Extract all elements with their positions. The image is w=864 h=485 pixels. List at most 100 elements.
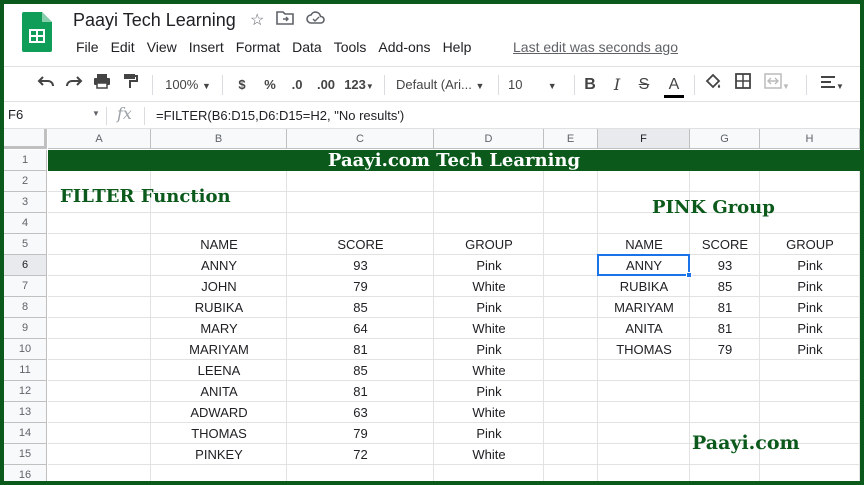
strikethrough-icon[interactable]: S — [634, 73, 654, 97]
source-score-cell[interactable]: 64 — [287, 318, 434, 339]
spreadsheet-grid[interactable]: A B C D E F G H 1 2 3 4 5 6 7 8 9 10 11 12 13 14 15 16 Paayi.com… — [4, 129, 860, 481]
source-group-cell[interactable]: Pink — [434, 381, 544, 402]
selected-cell[interactable] — [597, 254, 690, 276]
column-header-f[interactable]: F — [598, 129, 690, 149]
horizontal-align-icon[interactable]: ▼ — [814, 73, 850, 97]
row-header-1[interactable]: 1 — [4, 150, 47, 171]
menu-edit[interactable]: Edit — [105, 37, 141, 57]
menu-addons[interactable]: Add-ons — [372, 37, 436, 57]
source-group-cell[interactable]: Pink — [434, 297, 544, 318]
source-group-cell[interactable]: White — [434, 276, 544, 297]
column-header-g[interactable]: G — [690, 129, 760, 149]
result-name-cell[interactable]: RUBIKA — [598, 276, 690, 297]
source-score-cell[interactable]: 81 — [287, 339, 434, 360]
menu-help[interactable]: Help — [437, 37, 478, 57]
fill-color-icon[interactable] — [702, 73, 724, 97]
select-all-corner[interactable] — [4, 129, 47, 149]
borders-icon[interactable] — [732, 73, 754, 97]
source-score-cell[interactable]: 93 — [287, 255, 434, 276]
source-group-cell[interactable]: Pink — [434, 423, 544, 444]
column-header-b[interactable]: B — [151, 129, 287, 149]
menu-file[interactable]: File — [70, 37, 105, 57]
font-family-select[interactable]: Default (Ari... ▼ — [396, 73, 494, 97]
menu-view[interactable]: View — [141, 37, 183, 57]
source-group-cell[interactable]: Pink — [434, 255, 544, 276]
sheets-logo-icon[interactable] — [22, 12, 52, 52]
undo-icon[interactable] — [34, 73, 58, 97]
source-name-cell[interactable]: MARIYAM — [151, 339, 287, 360]
result-group-cell[interactable]: Pink — [760, 318, 860, 339]
column-header-d[interactable]: D — [434, 129, 544, 149]
result-name-cell[interactable]: ANITA — [598, 318, 690, 339]
result-score-cell[interactable]: 81 — [690, 297, 760, 318]
row-header-13[interactable]: 13 — [4, 402, 47, 423]
cloud-status-icon[interactable] — [306, 10, 326, 31]
row-header-2[interactable]: 2 — [4, 171, 47, 192]
result-group-cell[interactable]: Pink — [760, 276, 860, 297]
header-group[interactable]: GROUP — [434, 234, 544, 255]
result-score-cell[interactable]: 81 — [690, 318, 760, 339]
source-group-cell[interactable]: Pink — [434, 339, 544, 360]
source-score-cell[interactable]: 79 — [287, 276, 434, 297]
result-name-cell[interactable]: THOMAS — [598, 339, 690, 360]
source-name-cell[interactable]: JOHN — [151, 276, 287, 297]
name-box[interactable]: F6 ▼ — [8, 107, 100, 122]
row-header-10[interactable]: 10 — [4, 339, 47, 360]
source-name-cell[interactable]: ANNY — [151, 255, 287, 276]
column-header-h[interactable]: H — [760, 129, 860, 149]
column-header-c[interactable]: C — [287, 129, 434, 149]
formula-input[interactable]: =FILTER(B6:D15,D6:D15=H2, "No results') — [156, 108, 404, 123]
source-score-cell[interactable]: 72 — [287, 444, 434, 465]
menu-format[interactable]: Format — [230, 37, 286, 57]
source-score-cell[interactable]: 79 — [287, 423, 434, 444]
result-header-name[interactable]: NAME — [598, 234, 690, 255]
source-name-cell[interactable]: ANITA — [151, 381, 287, 402]
result-group-cell[interactable]: Pink — [760, 297, 860, 318]
increase-decimal-button[interactable]: .00 — [312, 73, 340, 97]
row-header-6[interactable]: 6 — [4, 255, 47, 276]
row-header-16[interactable]: 16 — [4, 465, 47, 481]
column-header-e[interactable]: E — [544, 129, 598, 149]
source-name-cell[interactable]: THOMAS — [151, 423, 287, 444]
source-name-cell[interactable]: MARY — [151, 318, 287, 339]
print-icon[interactable] — [90, 73, 114, 97]
result-score-cell[interactable]: 93 — [690, 255, 760, 276]
merge-cells-icon[interactable]: ▼ — [760, 73, 794, 97]
header-score[interactable]: SCORE — [287, 234, 434, 255]
source-name-cell[interactable]: LEENA — [151, 360, 287, 381]
result-group-cell[interactable]: Pink — [760, 255, 860, 276]
column-header-a[interactable]: A — [48, 129, 151, 149]
fill-handle[interactable] — [686, 272, 692, 278]
source-name-cell[interactable]: ADWARD — [151, 402, 287, 423]
row-header-7[interactable]: 7 — [4, 276, 47, 297]
menu-data[interactable]: Data — [286, 37, 328, 57]
decrease-decimal-button[interactable]: .0 — [286, 73, 308, 97]
redo-icon[interactable] — [62, 73, 86, 97]
bold-icon[interactable]: B — [580, 73, 600, 97]
text-color-icon[interactable]: A — [662, 73, 686, 98]
source-score-cell[interactable]: 81 — [287, 381, 434, 402]
document-title[interactable]: Paayi Tech Learning — [73, 10, 236, 31]
row-header-11[interactable]: 11 — [4, 360, 47, 381]
star-icon[interactable]: ☆ — [250, 10, 264, 31]
row-header-3[interactable]: 3 — [4, 192, 47, 213]
italic-icon[interactable]: I — [607, 73, 627, 97]
row-header-12[interactable]: 12 — [4, 381, 47, 402]
source-group-cell[interactable]: White — [434, 444, 544, 465]
result-header-group[interactable]: GROUP — [760, 234, 860, 255]
menu-tools[interactable]: Tools — [328, 37, 373, 57]
paint-format-icon[interactable] — [118, 73, 142, 97]
row-header-4[interactable]: 4 — [4, 213, 47, 234]
percent-format-button[interactable]: % — [260, 73, 280, 97]
result-header-score[interactable]: SCORE — [690, 234, 760, 255]
row-header-8[interactable]: 8 — [4, 297, 47, 318]
last-edit-link[interactable]: Last edit was seconds ago — [513, 39, 678, 55]
source-name-cell[interactable]: PINKEY — [151, 444, 287, 465]
source-score-cell[interactable]: 85 — [287, 297, 434, 318]
menu-insert[interactable]: Insert — [183, 37, 230, 57]
font-size-select[interactable]: 10 ▼ — [508, 73, 568, 97]
source-name-cell[interactable]: RUBIKA — [151, 297, 287, 318]
move-folder-icon[interactable] — [276, 10, 295, 31]
result-name-cell[interactable]: MARIYAM — [598, 297, 690, 318]
row-header-5[interactable]: 5 — [4, 234, 47, 255]
